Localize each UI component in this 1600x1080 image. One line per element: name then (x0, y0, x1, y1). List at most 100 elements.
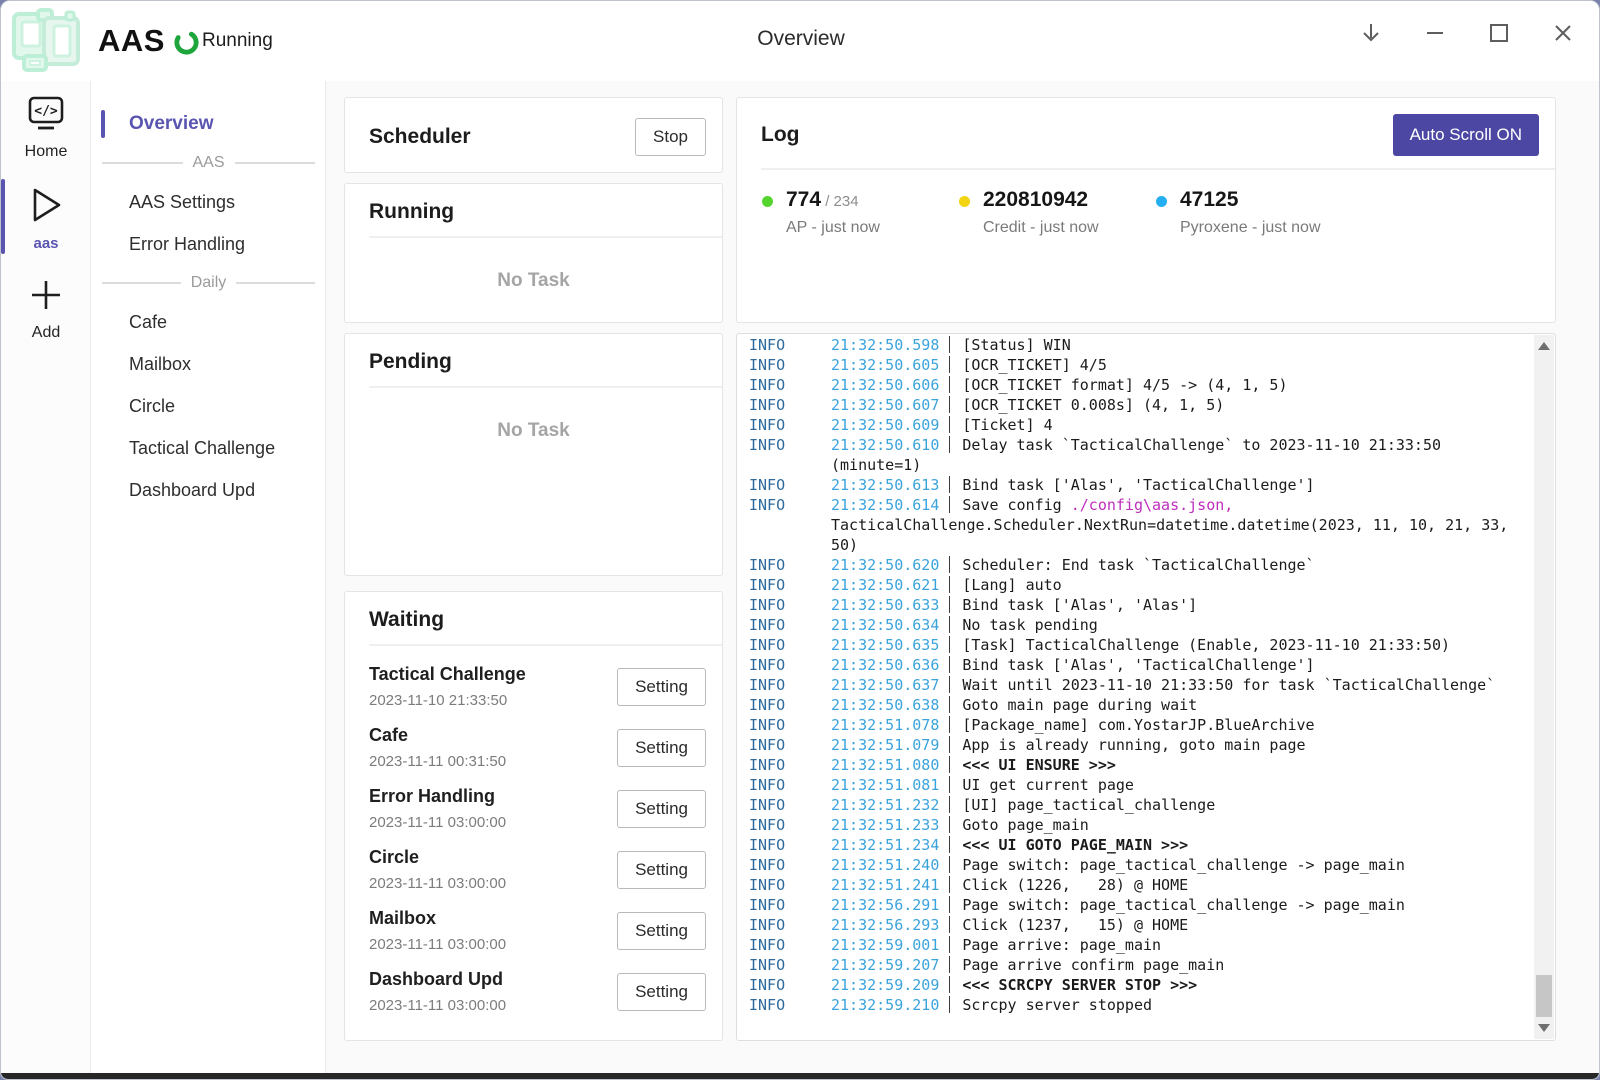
nav-item-dashboard-upd[interactable]: Dashboard Upd (92, 469, 325, 511)
log-timestamp: 21:32:50.637 (831, 676, 939, 694)
scrollbar-thumb[interactable] (1536, 975, 1552, 1017)
log-timestamp: 21:32:50.607 (831, 396, 939, 414)
log-timestamp: 21:32:51.233 (831, 816, 939, 834)
stat-value: 774 / 234 (786, 188, 880, 212)
nav-active-indicator (101, 110, 105, 138)
log-separator (949, 896, 950, 913)
close-button[interactable] (1543, 15, 1583, 51)
log-message-segment: UI get current page (962, 776, 1134, 794)
log-entry: INFO21:32:51.080<<< UI ENSURE >>> (749, 755, 1515, 775)
log-level: INFO (749, 775, 785, 795)
rail-item-home[interactable]: </> Home (1, 81, 91, 171)
waiting-task-name: Error Handling (369, 786, 506, 807)
stat-text: 220810942Credit - just now (983, 188, 1099, 237)
waiting-task-info: Cafe2023-11-11 00:31:50 (369, 725, 506, 770)
download-update-button[interactable] (1351, 15, 1391, 51)
task-setting-button[interactable]: Setting (617, 668, 706, 706)
log-separator (949, 756, 950, 773)
pending-title: Pending (369, 350, 452, 374)
divider-line (236, 282, 315, 284)
scroll-up-arrow-icon[interactable] (1538, 342, 1550, 350)
log-timestamp: 21:32:50.598 (831, 336, 939, 354)
waiting-task-info: Dashboard Upd2023-11-11 03:00:00 (369, 969, 506, 1014)
task-setting-button[interactable]: Setting (617, 790, 706, 828)
titlebar: AAS Running Overview (1, 1, 1600, 81)
log-entry: INFO21:32:50.637Wait until 2023-11-10 21… (749, 675, 1515, 695)
log-message-segment: Save config (962, 496, 1070, 514)
maximize-button[interactable] (1479, 15, 1519, 51)
rail-item-aas[interactable]: aas (1, 171, 91, 262)
waiting-task-row: Tactical Challenge2023-11-10 21:33:50Set… (369, 656, 706, 717)
log-message-segment: <<< SCRCPY SERVER STOP >>> (962, 976, 1197, 994)
task-setting-button[interactable]: Setting (617, 851, 706, 889)
log-message-segment: [UI] page_tactical_challenge (962, 796, 1215, 814)
nav-item-error-handling[interactable]: Error Handling (92, 223, 325, 265)
log-entry: INFO21:32:50.633Bind task ['Alas', 'Alas… (749, 595, 1515, 615)
scroll-down-arrow-icon[interactable] (1538, 1024, 1550, 1032)
log-message-segment: [OCR_TICKET] 4/5 (962, 356, 1107, 374)
log-level: INFO (749, 955, 785, 975)
log-level: INFO (749, 375, 785, 395)
log-panel: INFO21:32:50.598[Status] WININFO21:32:50… (736, 333, 1556, 1041)
nav-item-circle[interactable]: Circle (92, 385, 325, 427)
nav-item-label: Cafe (129, 312, 167, 333)
waiting-task-next-run: 2023-11-11 03:00:00 (369, 936, 506, 953)
waiting-task-next-run: 2023-11-11 00:31:50 (369, 753, 506, 770)
waiting-task-next-run: 2023-11-10 21:33:50 (369, 692, 526, 709)
nav-item-aas-settings[interactable]: AAS Settings (92, 181, 325, 223)
task-setting-button[interactable]: Setting (617, 912, 706, 950)
log-timestamp: 21:32:51.078 (831, 716, 939, 734)
log-timestamp: 21:32:56.291 (831, 896, 939, 914)
log-separator (949, 796, 950, 813)
nav-item-cafe[interactable]: Cafe (92, 301, 325, 343)
log-message-segment: [Task] TacticalChallenge (Enable, 2023-1… (962, 636, 1450, 654)
log-level: INFO (749, 395, 785, 415)
log-separator (949, 856, 950, 873)
log-level: INFO (749, 695, 785, 715)
log-timestamp: 21:32:50.620 (831, 556, 939, 574)
log-separator (949, 816, 950, 833)
log-separator (949, 616, 950, 633)
log-message-segment: Bind task ['Alas', 'TacticalChallenge'] (962, 656, 1314, 674)
nav-group-label: AAS (193, 154, 225, 172)
stat-label: Credit - just now (983, 219, 1099, 237)
log-separator (949, 656, 950, 673)
log-level: INFO (749, 575, 785, 595)
log-message-segment: Click (1237, 15) @ HOME (962, 916, 1188, 934)
waiting-task-row: Cafe2023-11-11 00:31:50 Setting (369, 717, 706, 778)
left-rail: </> Home aasAdd (1, 81, 91, 1079)
nav-item-tactical-challenge[interactable]: Tactical Challenge (92, 427, 325, 469)
log-level: INFO (749, 635, 785, 655)
divider-line (235, 162, 316, 164)
log-timestamp: 21:32:50.638 (831, 696, 939, 714)
log-entry: INFO21:32:59.207Page arrive confirm page… (749, 955, 1515, 975)
nav-item-overview[interactable]: Overview (92, 103, 325, 145)
log-timestamp: 21:32:51.081 (831, 776, 939, 794)
log-entry: INFO21:32:50.610Delay task `TacticalChal… (749, 435, 1515, 475)
running-empty-text: No Task (345, 238, 722, 292)
log-entry: INFO21:32:50.613Bind task ['Alas', 'Tact… (749, 475, 1515, 495)
log-message-segment: Page switch: page_tactical_challenge -> … (962, 896, 1405, 914)
log-entry: INFO21:32:51.241Click (1226, 28) @ HOME (749, 875, 1515, 895)
task-setting-button[interactable]: Setting (617, 973, 706, 1011)
auto-scroll-toggle[interactable]: Auto Scroll ON (1393, 114, 1539, 156)
log-entry: INFO21:32:59.001Page arrive: page_main (749, 935, 1515, 955)
waiting-task-row: Circle2023-11-11 03:00:00Setting (369, 839, 706, 900)
nav-item-mailbox[interactable]: Mailbox (92, 343, 325, 385)
rail-item-label: Home (25, 143, 68, 161)
rail-item-add[interactable]: Add (1, 262, 91, 352)
stat-label: Pyroxene - just now (1180, 219, 1321, 237)
stop-button[interactable]: Stop (635, 118, 706, 156)
log-message-segment: [Status] WIN (962, 336, 1070, 354)
log-level: INFO (749, 995, 785, 1015)
log-timestamp: 21:32:50.634 (831, 616, 939, 634)
log-timestamp: 21:32:50.636 (831, 656, 939, 674)
svg-text:</>: </> (34, 104, 58, 119)
task-setting-button[interactable]: Setting (617, 729, 706, 767)
log-scrollbar[interactable] (1534, 335, 1554, 1039)
divider-line (102, 282, 181, 284)
minimize-button[interactable] (1415, 15, 1455, 51)
log-level: INFO (749, 675, 785, 695)
nav-item-label: AAS Settings (129, 192, 235, 213)
log-level: INFO (749, 815, 785, 835)
